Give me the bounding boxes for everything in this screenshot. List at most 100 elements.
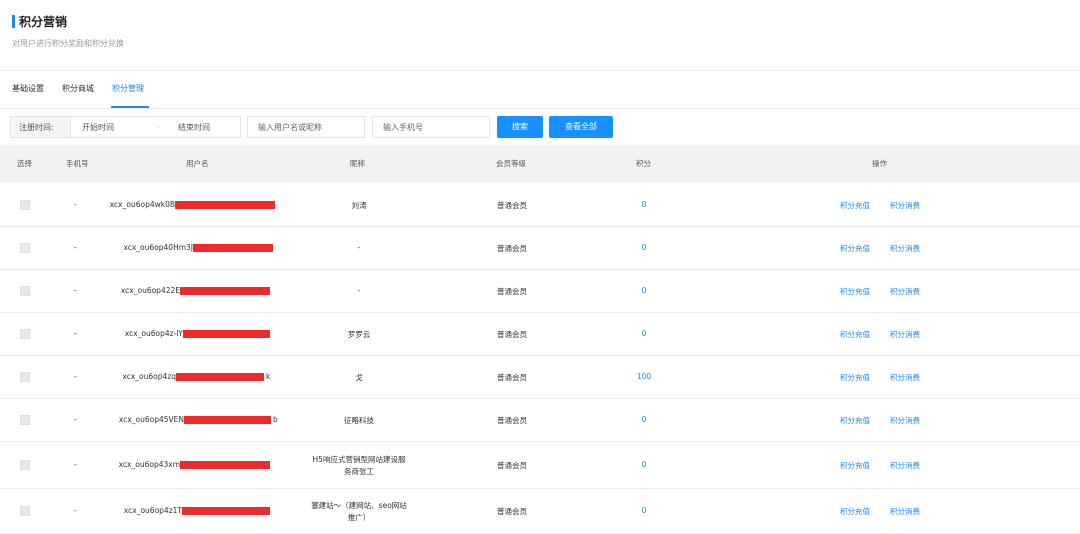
- redaction-mark: [193, 244, 273, 252]
- table-row: - xcx_ou6op4zq k 戈 普通会员 100 积分充值 积分消费: [0, 355, 1080, 399]
- redaction-mark: [180, 461, 270, 469]
- end-date-input[interactable]: 结束时间: [178, 122, 210, 133]
- points-cell: 0: [641, 243, 647, 252]
- start-date-input[interactable]: 开始时间: [82, 122, 114, 133]
- level-cell: 普通会员: [497, 507, 527, 516]
- phone-cell: -: [74, 286, 77, 295]
- table-header: 选择 手机号 用户名 昵称 会员等级 积分 操作: [0, 145, 1080, 182]
- nickname-cell: H5响应式营销型网站建设服: [312, 455, 406, 464]
- column-username: 用户名: [186, 159, 209, 168]
- points-recharge-link[interactable]: 积分充值: [840, 415, 870, 426]
- tab-basic-settings[interactable]: 基础设置: [12, 83, 44, 94]
- points-consume-link[interactable]: 积分消费: [890, 506, 920, 517]
- page-header: 积分营销 对用户进行积分奖励和积分兑换: [0, 0, 1080, 71]
- phone-search-input[interactable]: 输入手机号: [372, 116, 490, 138]
- phone-cell: -: [74, 329, 77, 338]
- points-consume-link[interactable]: 积分消费: [890, 372, 920, 383]
- row-select-checkbox[interactable]: [20, 506, 30, 516]
- points-recharge-link[interactable]: 积分充值: [840, 200, 870, 211]
- points-consume-link[interactable]: 积分消费: [890, 460, 920, 471]
- points-consume-link[interactable]: 积分消费: [890, 243, 920, 254]
- nickname-cell: 征略科技: [344, 416, 374, 425]
- username-tail: k: [266, 372, 271, 381]
- username-cell: xcx_ou6op4zq: [122, 372, 176, 381]
- active-tab-indicator: [111, 106, 149, 108]
- page-subtitle: 对用户进行积分奖励和积分兑换: [12, 39, 124, 48]
- points-consume-link[interactable]: 积分消费: [890, 329, 920, 340]
- table-row: - xcx_ou6op422E - 普通会员 0 积分充值 积分消费: [0, 269, 1080, 313]
- username-tail: b: [273, 415, 278, 424]
- points-consume-link[interactable]: 积分消费: [890, 200, 920, 211]
- row-select-checkbox[interactable]: [20, 372, 30, 382]
- username-cell: xcx_ou6op4wk0B: [109, 200, 175, 209]
- points-recharge-link[interactable]: 积分充值: [840, 243, 870, 254]
- table-row: - xcx_ou6op43xm H5响应式营销型网站建设服 务商张工 普通会员 0 积分充值…: [0, 441, 1080, 489]
- points-recharge-link[interactable]: 积分充值: [840, 329, 870, 340]
- row-select-checkbox[interactable]: [20, 460, 30, 470]
- redaction-mark: [184, 416, 271, 424]
- column-phone: 手机号: [66, 159, 89, 168]
- table-row: - xcx_ou6op40Hm3J - 普通会员 0 积分充值 积分消费: [0, 226, 1080, 270]
- nickname-cell: -: [357, 286, 361, 295]
- username-cell: xcx_ou6op40Hm3J: [123, 243, 193, 252]
- points-cell: 0: [641, 506, 647, 515]
- username-cell: xcx_ou6op4z1T: [123, 506, 182, 515]
- username-search-input[interactable]: 输入用户名或昵称: [247, 116, 365, 138]
- column-level: 会员等级: [496, 159, 526, 168]
- column-select: 选择: [17, 159, 32, 168]
- column-actions: 操作: [872, 159, 887, 168]
- points-cell: 100: [636, 372, 652, 381]
- row-select-checkbox[interactable]: [20, 329, 30, 339]
- level-cell: 普通会员: [497, 287, 527, 296]
- points-consume-link[interactable]: 积分消费: [890, 415, 920, 426]
- row-select-checkbox[interactable]: [20, 200, 30, 210]
- username-cell: xcx_ou6op45VEN: [118, 415, 184, 424]
- row-select-checkbox[interactable]: [20, 286, 30, 296]
- phone-cell: -: [74, 372, 77, 381]
- points-cell: 0: [641, 286, 647, 295]
- points-recharge-link[interactable]: 积分充值: [840, 286, 870, 297]
- nickname-cell: -: [357, 243, 361, 252]
- title-accent-bar: [12, 15, 15, 28]
- phone-cell: -: [74, 243, 77, 252]
- username-cell: xcx_ou6op43xm: [118, 460, 180, 469]
- column-points: 积分: [636, 159, 651, 168]
- table-row: - xcx_ou6op4wk0B 刘涛 普通会员 0 积分充值 积分消费: [0, 183, 1080, 227]
- level-cell: 普通会员: [497, 201, 527, 210]
- level-cell: 普通会员: [497, 373, 527, 382]
- tab-points-mall[interactable]: 积分商城: [62, 83, 94, 94]
- points-cell: 0: [641, 329, 647, 338]
- level-cell: 普通会员: [497, 461, 527, 470]
- points-recharge-link[interactable]: 积分充值: [840, 372, 870, 383]
- phone-cell: -: [74, 415, 77, 424]
- nickname-cell: 罗罗云: [347, 330, 371, 339]
- points-recharge-link[interactable]: 积分充值: [840, 506, 870, 517]
- username-cell: xcx_ou6op422E: [120, 286, 180, 295]
- register-time-label: 注册时间:: [10, 116, 71, 138]
- points-cell: 0: [641, 415, 647, 424]
- phone-cell: -: [74, 200, 77, 209]
- redaction-mark: [180, 287, 270, 295]
- row-select-checkbox[interactable]: [20, 243, 30, 253]
- points-cell: 0: [641, 460, 647, 469]
- points-consume-link[interactable]: 积分消费: [890, 286, 920, 297]
- date-separator: -: [157, 122, 160, 131]
- level-cell: 普通会员: [497, 330, 527, 339]
- table-row: - xcx_ou6op4z-lY 罗罗云 普通会员 0 积分充值 积分消费: [0, 312, 1080, 356]
- redaction-mark: [176, 373, 264, 381]
- points-recharge-link[interactable]: 积分充值: [840, 460, 870, 471]
- tab-bar: 基础设置 积分商城 积分管理: [0, 70, 1080, 109]
- date-range-picker[interactable]: 开始时间 - 结束时间: [70, 116, 241, 138]
- search-button[interactable]: 搜索: [497, 116, 543, 138]
- redaction-mark: [175, 201, 275, 209]
- level-cell: 普通会员: [497, 416, 527, 425]
- view-all-button[interactable]: 查看全部: [549, 116, 613, 138]
- table-row: - xcx_ou6op45VEN b 征略科技 普通会员 0 积分充值 积分消费: [0, 398, 1080, 442]
- nickname-cell: 刘涛: [351, 201, 367, 210]
- nickname-cell: 塞建站～（建网站、seo网站: [311, 501, 407, 510]
- level-cell: 普通会员: [497, 244, 527, 253]
- row-select-checkbox[interactable]: [20, 415, 30, 425]
- nickname-cell-line2: 推广）: [347, 513, 371, 522]
- tab-points-management[interactable]: 积分管理: [112, 83, 144, 94]
- table-row: - xcx_ou6op4z1T 塞建站～（建网站、seo网站 推广） 普通会员 0 积分充值…: [0, 488, 1080, 534]
